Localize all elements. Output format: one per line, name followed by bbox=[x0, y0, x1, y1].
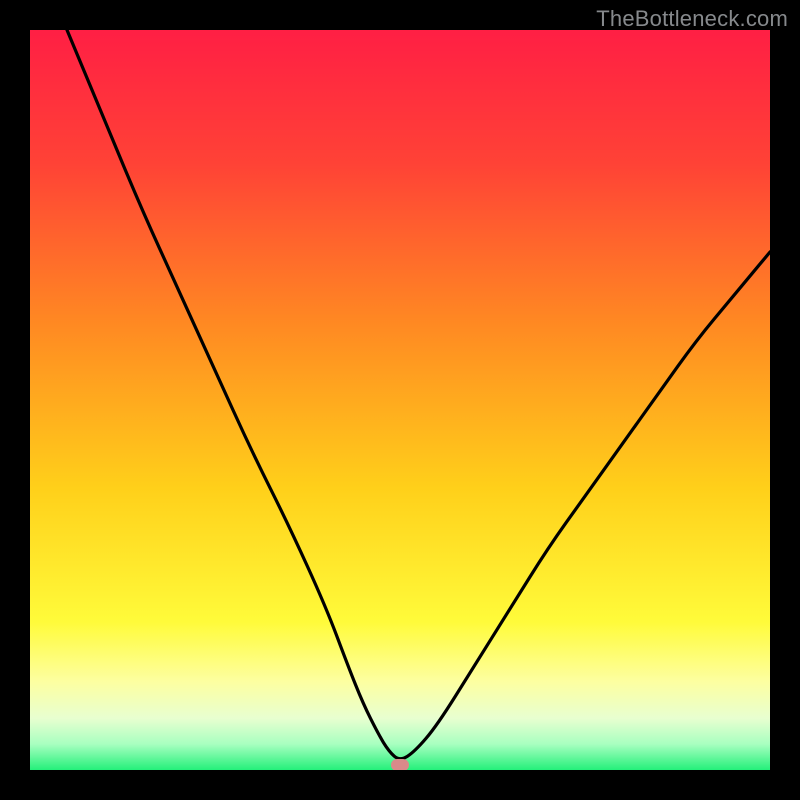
plot-area bbox=[30, 30, 770, 770]
minimum-marker bbox=[391, 759, 409, 770]
watermark-text: TheBottleneck.com bbox=[596, 6, 788, 32]
chart-frame: TheBottleneck.com bbox=[0, 0, 800, 800]
bottleneck-curve bbox=[30, 30, 770, 770]
